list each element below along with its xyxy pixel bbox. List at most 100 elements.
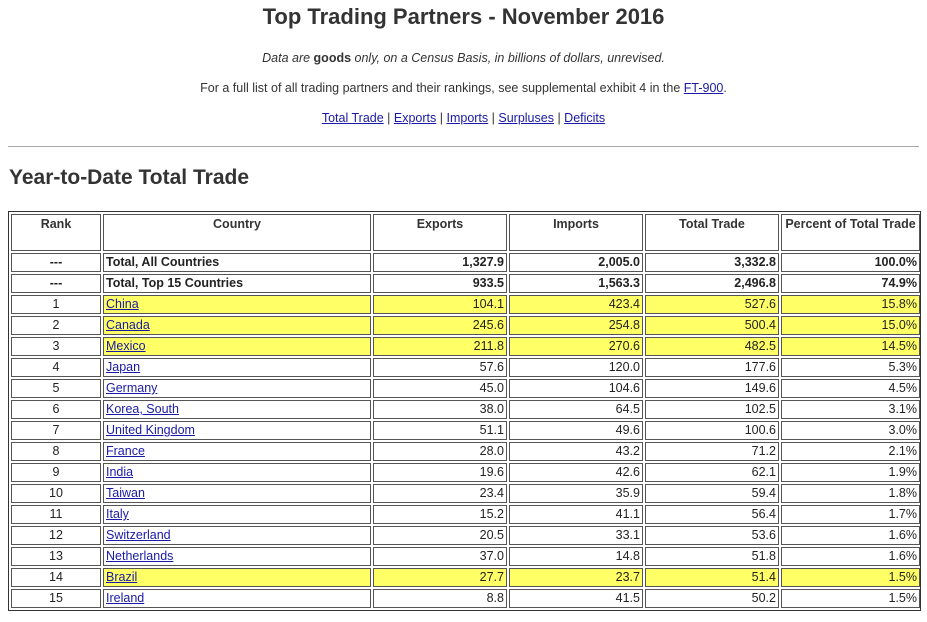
rank-cell: 10	[11, 484, 101, 503]
total-trade-cell: 51.4	[645, 568, 779, 587]
table-header-row: Rank Country Exports Imports Total Trade…	[11, 214, 920, 251]
country-cell: India	[103, 463, 371, 482]
percent-cell: 2.1%	[781, 442, 920, 461]
total-trade-cell: 59.4	[645, 484, 779, 503]
percent-cell: 15.0%	[781, 316, 920, 335]
imports-cell: 120.0	[509, 358, 643, 377]
nav-surpluses-link[interactable]: Surpluses	[498, 111, 554, 125]
country-cell: United Kingdom	[103, 421, 371, 440]
country-link[interactable]: Switzerland	[106, 528, 171, 542]
imports-cell: 43.2	[509, 442, 643, 461]
country-link[interactable]: China	[106, 297, 139, 311]
nav-deficits-link[interactable]: Deficits	[564, 111, 605, 125]
total-row: --- Total, All Countries 1,327.9 2,005.0 3,3…	[11, 253, 920, 272]
imports-cell: 2,005.0	[509, 253, 643, 272]
imports-cell: 23.7	[509, 568, 643, 587]
imports-cell: 254.8	[509, 316, 643, 335]
header-country: Country	[103, 214, 371, 251]
imports-cell: 104.6	[509, 379, 643, 398]
percent-cell: 1.6%	[781, 526, 920, 545]
percent-cell: 14.5%	[781, 337, 920, 356]
total-trade-cell: 62.1	[645, 463, 779, 482]
exports-cell: 8.8	[373, 589, 507, 608]
country-link[interactable]: France	[106, 444, 145, 458]
data-note-suffix: only, on a Census Basis, in billions of …	[351, 51, 665, 65]
country-cell: Canada	[103, 316, 371, 335]
country-link[interactable]: Netherlands	[106, 549, 173, 563]
rank-cell: 5	[11, 379, 101, 398]
nav-separator: |	[436, 111, 447, 125]
rank-cell: 1	[11, 295, 101, 314]
table-row: 6 Korea, South 38.0 64.5 102.5 3.1%	[11, 400, 920, 419]
header-percent: Percent of Total Trade	[781, 214, 920, 251]
exports-cell: 211.8	[373, 337, 507, 356]
country-cell: Brazil	[103, 568, 371, 587]
ft900-link[interactable]: FT-900	[684, 81, 724, 95]
table-row: 7 United Kingdom 51.1 49.6 100.6 3.0%	[11, 421, 920, 440]
percent-cell: 3.0%	[781, 421, 920, 440]
country-link[interactable]: Mexico	[106, 339, 146, 353]
table-body: --- Total, All Countries 1,327.9 2,005.0 3,3…	[11, 253, 920, 608]
exports-cell: 15.2	[373, 505, 507, 524]
imports-cell: 35.9	[509, 484, 643, 503]
country-link[interactable]: Brazil	[106, 570, 137, 584]
nav-total-trade-link[interactable]: Total Trade	[322, 111, 384, 125]
country-cell: Taiwan	[103, 484, 371, 503]
rank-cell: 13	[11, 547, 101, 566]
exports-cell: 104.1	[373, 295, 507, 314]
full-list-note: For a full list of all trading partners …	[0, 80, 927, 96]
country-cell: Japan	[103, 358, 371, 377]
country-link[interactable]: India	[106, 465, 133, 479]
percent-cell: 1.5%	[781, 589, 920, 608]
section-title: Year-to-Date Total Trade	[9, 166, 250, 189]
full-list-prefix: For a full list of all trading partners …	[200, 81, 684, 95]
table-row: 1 China 104.1 423.4 527.6 15.8%	[11, 295, 920, 314]
country-link[interactable]: United Kingdom	[106, 423, 195, 437]
rank-cell: ---	[11, 274, 101, 293]
total-trade-cell: 51.8	[645, 547, 779, 566]
table-row: 8 France 28.0 43.2 71.2 2.1%	[11, 442, 920, 461]
country-cell: China	[103, 295, 371, 314]
country-link[interactable]: Japan	[106, 360, 140, 374]
exports-cell: 933.5	[373, 274, 507, 293]
rank-cell: 9	[11, 463, 101, 482]
total-row: --- Total, Top 15 Countries 933.5 1,563.3 2,…	[11, 274, 920, 293]
rank-cell: 7	[11, 421, 101, 440]
country-link[interactable]: Taiwan	[106, 486, 145, 500]
nav-imports-link[interactable]: Imports	[446, 111, 488, 125]
country-link[interactable]: Ireland	[106, 591, 144, 605]
country-link[interactable]: Germany	[106, 381, 157, 395]
table-row: 9 India 19.6 42.6 62.1 1.9%	[11, 463, 920, 482]
rank-cell: 11	[11, 505, 101, 524]
table-row: 2 Canada 245.6 254.8 500.4 15.0%	[11, 316, 920, 335]
rank-cell: 3	[11, 337, 101, 356]
country-cell: Total, Top 15 Countries	[103, 274, 371, 293]
imports-cell: 49.6	[509, 421, 643, 440]
exports-cell: 27.7	[373, 568, 507, 587]
exports-cell: 28.0	[373, 442, 507, 461]
country-cell: France	[103, 442, 371, 461]
country-link[interactable]: Korea, South	[106, 402, 179, 416]
rank-cell: 14	[11, 568, 101, 587]
exports-cell: 57.6	[373, 358, 507, 377]
nav-separator: |	[383, 111, 394, 125]
trade-table-container: Rank Country Exports Imports Total Trade…	[8, 211, 921, 611]
section-nav: Total Trade | Exports | Imports | Surplu…	[0, 110, 927, 126]
data-note-prefix: Data are	[262, 51, 314, 65]
imports-cell: 14.8	[509, 547, 643, 566]
header-imports: Imports	[509, 214, 643, 251]
total-trade-cell: 500.4	[645, 316, 779, 335]
imports-cell: 41.5	[509, 589, 643, 608]
percent-cell: 1.8%	[781, 484, 920, 503]
nav-exports-link[interactable]: Exports	[394, 111, 436, 125]
country-link[interactable]: Canada	[106, 318, 150, 332]
country-link[interactable]: Italy	[106, 507, 129, 521]
rank-cell: ---	[11, 253, 101, 272]
full-list-suffix: .	[723, 81, 727, 95]
percent-cell: 1.7%	[781, 505, 920, 524]
rank-cell: 4	[11, 358, 101, 377]
percent-cell: 1.9%	[781, 463, 920, 482]
total-trade-cell: 482.5	[645, 337, 779, 356]
total-trade-cell: 3,332.8	[645, 253, 779, 272]
percent-cell: 100.0%	[781, 253, 920, 272]
